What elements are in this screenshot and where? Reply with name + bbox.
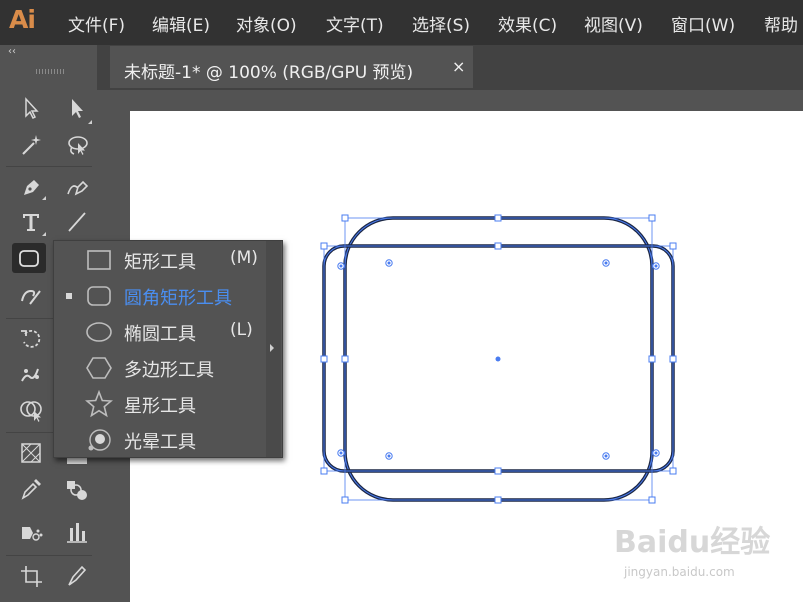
tool-flyout-indicator <box>88 120 92 124</box>
rounded-rectangle-icon <box>87 286 111 306</box>
flyout-expand-arrow-icon[interactable] <box>270 344 274 352</box>
toolbar-divider <box>6 555 92 556</box>
flyout-item-rounded-rectangle[interactable]: 圆角矩形工具 <box>54 278 282 314</box>
curvature-icon <box>67 180 89 196</box>
flyout-item-label: 光晕工具 <box>124 432 196 453</box>
shape-tools-flyout: 矩形工具 (M) 圆角矩形工具 椭圆工具 (L) 多边形工具 星形工具 光晕工具 <box>53 240 283 458</box>
blend-tool[interactable] <box>60 474 94 504</box>
flyout-item-star[interactable]: 星形工具 <box>54 386 282 422</box>
eyedropper-tool[interactable] <box>14 474 48 504</box>
menu-file[interactable]: 文件(F) <box>68 11 125 36</box>
artboard-tool[interactable] <box>14 561 48 591</box>
ellipse-icon <box>86 322 112 342</box>
flyout-item-label: 星形工具 <box>124 396 196 417</box>
symbol-sprayer-icon <box>22 527 43 541</box>
watermark-logo: Baidu经验 <box>614 525 771 560</box>
flyout-item-ellipse[interactable]: 椭圆工具 (L) <box>54 314 282 350</box>
symbol-sprayer-tool[interactable] <box>14 517 48 547</box>
warp-icon <box>21 368 39 382</box>
direct-selection-tool[interactable] <box>60 93 94 123</box>
tool-flyout-indicator <box>42 196 46 200</box>
flyout-item-polygon[interactable]: 多边形工具 <box>54 350 282 386</box>
rotate-icon <box>21 329 41 348</box>
flyout-item-rectangle[interactable]: 矩形工具 (M) <box>54 242 282 278</box>
watermark: Baidu经验 jingyan.baidu.com <box>614 515 770 587</box>
shape-builder-icon <box>20 401 42 422</box>
flyout-item-label: 圆角矩形工具 <box>124 288 232 309</box>
curvature-tool[interactable] <box>60 172 94 202</box>
flyout-item-label: 多边形工具 <box>124 360 214 381</box>
document-title: 未标题-1* @ 100% (RGB/GPU 预览) <box>124 63 414 83</box>
pen-icon <box>24 180 39 195</box>
shape-builder-tool[interactable] <box>14 395 48 425</box>
blend-icon <box>67 481 87 500</box>
flare-icon <box>88 429 111 451</box>
rectangle-icon <box>87 250 111 270</box>
rotate-tool[interactable] <box>14 323 48 353</box>
line-segment-icon <box>68 212 86 232</box>
column-graph-icon <box>67 523 87 543</box>
perspective-grid-icon <box>21 443 41 463</box>
artboard-icon <box>21 566 42 587</box>
eyedropper-icon <box>21 479 41 500</box>
slice-icon <box>68 565 87 586</box>
selected-bullet-icon <box>66 293 72 299</box>
toolbar-divider <box>6 166 92 167</box>
menu-view[interactable]: 视图(V) <box>584 11 643 36</box>
rounded-rectangle-tool[interactable] <box>12 243 46 273</box>
menu-object[interactable]: 对象(O) <box>236 11 297 36</box>
star-icon <box>85 390 113 418</box>
type-icon <box>23 214 39 231</box>
magic-wand-icon <box>22 135 41 155</box>
flyout-item-shortcut: (L) <box>230 320 253 340</box>
menu-window[interactable]: 窗口(W) <box>671 11 735 36</box>
panel-grip[interactable] <box>36 69 64 74</box>
shaper-icon <box>21 289 41 305</box>
rounded-rectangle-icon <box>19 250 39 267</box>
direct-selection-icon <box>72 99 83 118</box>
perspective-grid-tool[interactable] <box>14 438 48 468</box>
menu-select[interactable]: 选择(S) <box>412 11 470 36</box>
menu-edit[interactable]: 编辑(E) <box>152 11 210 36</box>
selection-arrow-icon <box>25 97 39 120</box>
flyout-item-label: 矩形工具 <box>124 252 196 273</box>
tool-flyout-indicator <box>42 232 46 236</box>
line-segment-tool[interactable] <box>60 207 94 237</box>
collapse-icon[interactable]: ‹‹ <box>8 46 16 57</box>
app-logo: Ai <box>9 5 36 34</box>
menu-effect[interactable]: 效果(C) <box>498 11 557 36</box>
flyout-item-flare[interactable]: 光晕工具 <box>54 422 282 458</box>
width-tool[interactable] <box>14 359 48 389</box>
shaper-tool[interactable] <box>14 281 48 311</box>
selection-tool[interactable] <box>14 93 48 123</box>
magic-wand-tool[interactable] <box>14 130 48 160</box>
close-icon[interactable]: × <box>452 57 465 76</box>
lasso-icon <box>68 136 88 155</box>
watermark-url: jingyan.baidu.com <box>624 565 735 579</box>
column-graph-tool[interactable] <box>60 517 94 547</box>
menu-help[interactable]: 帮助 <box>764 11 798 36</box>
lasso-tool[interactable] <box>60 130 94 160</box>
slice-tool[interactable] <box>60 561 94 591</box>
flyout-item-label: 椭圆工具 <box>124 324 196 345</box>
polygon-icon <box>86 357 112 379</box>
menu-type[interactable]: 文字(T) <box>326 11 384 36</box>
menu-bar: Ai 文件(F) 编辑(E) 对象(O) 文字(T) 选择(S) 效果(C) 视… <box>0 0 803 45</box>
flyout-item-shortcut: (M) <box>230 248 258 268</box>
